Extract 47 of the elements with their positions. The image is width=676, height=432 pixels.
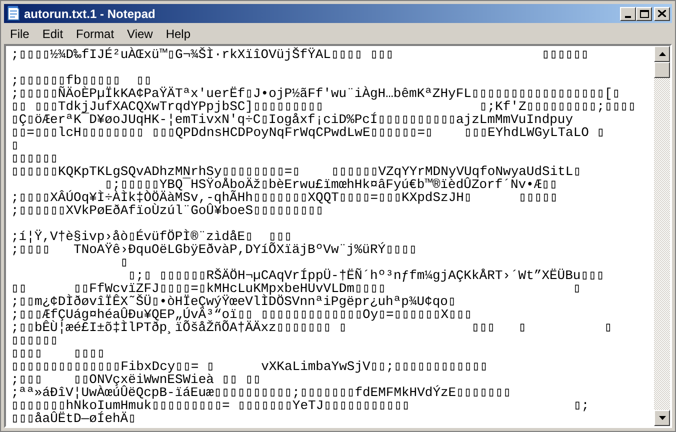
menu-item[interactable]: Help bbox=[160, 24, 197, 42]
minimize-icon bbox=[625, 16, 631, 18]
scroll-down-button[interactable] bbox=[654, 410, 670, 426]
text-line: ▯▯▯▯▯▯KQKpTKLgSQvADhzMNrhSy▯▯▯▯▯▯▯▯=▯ ▯▯▯▯▯▯VZqYYrMDNyVUqfoNwyaUdSitL▯ bbox=[11, 165, 582, 178]
window-title: autorun.txt.1 - Notepad bbox=[24, 6, 156, 22]
text-line: ;▯▯▯▯▯ÑÄoÈPµÏkKA¢PaŸÄTªx'uerËf▯J•ojP½ãFf'wu¨iÀgH…bêmKªZHyFL▯▯▯▯▯▯▯▯▯▯▯▯▯▯▯▯▯[▯ bbox=[11, 87, 620, 100]
menu-item[interactable]: File bbox=[4, 24, 36, 42]
text-line: ;▯▯▯▯▯▯XVkPøEðAfïoÙzúl¨GoÛ¥boeS▯▯▯▯▯▯▯▯▯ bbox=[11, 204, 324, 217]
text-line: ▯▯▯▯▯▯ bbox=[11, 334, 58, 347]
text-line: ▯;▯▯▯▯▯YBQ¯HSŸoÅboÄž▯bèErwu£ïmœhHk¤âFyú€b™®ïèdÛZorf´Nv•Æ▯▯ bbox=[104, 178, 558, 191]
close-icon bbox=[658, 10, 666, 17]
maximize-button[interactable] bbox=[636, 6, 652, 20]
scroll-thumb[interactable] bbox=[654, 62, 670, 78]
close-button[interactable] bbox=[654, 6, 670, 20]
text-line: ▯▯▯▯ ▯▯▯▯ bbox=[11, 347, 105, 360]
text-line: ;▯▯▯▯XÂÚOq¥Ì÷ÀÌk‡ÒÖÄàMSv,-qhÃHh▯▯▯▯▯▯▯XQQT▯▯▯▯=▯▯▯KXpdSzJH▯ ▯▯▯▯▯ bbox=[11, 191, 558, 204]
text-line: ;▯▯▯▯½¾D‰fIJÉ²uÀŒxü™▯G¬¾ŠÌ·rkXïîOVüjŠfŸAL▯▯▯▯ ▯▯▯ ▯▯▯▯▯▯ bbox=[11, 48, 589, 61]
text-line: ▯;▯ ▯▯▯▯▯▯RŠÄÖH¬µCAqVrÍppÜ-†ËÑ´hº³nƒfm¼gjAÇKkÅRT›´Wt”XËÜBu▯▯▯ bbox=[128, 269, 604, 282]
scrollbar[interactable] bbox=[654, 46, 670, 426]
text-line: ▯▯▯▯▯▯ bbox=[11, 152, 58, 165]
text-line: ▯▯ ▯▯FfWcvïZFJ▯▯▯▯=▯kMHcLuKMpxbeHUvVLDm▯▯▯▯ ▯ bbox=[11, 282, 581, 295]
scroll-up-button[interactable] bbox=[654, 46, 670, 62]
menu-item[interactable]: Edit bbox=[36, 24, 70, 42]
up-arrow-icon bbox=[658, 52, 666, 56]
menu-item[interactable]: View bbox=[121, 24, 159, 42]
menu-item[interactable]: Format bbox=[70, 24, 120, 42]
text-area[interactable] bbox=[4, 44, 672, 428]
down-arrow-icon bbox=[658, 416, 666, 420]
text-line: ;í¦Ÿ,V†è§ivp›åò▯ÉvüfÖPÌ®¨zìdåE▯ ▯▯▯ bbox=[11, 230, 292, 243]
text-line: ▯ bbox=[11, 139, 19, 152]
text-line: ▯▯▯åaÛËtD—øÍehÄ▯ bbox=[11, 412, 136, 425]
text-line: ;▯▯▯▯ TNoAŸê›ÐquOëLGbÿEðvàP,DYíÕXïäjBºVw¨j%üRÝ▯▯▯▯ bbox=[11, 243, 417, 256]
text-line: ;ªª»áÐîV¦UwÀœúÛëQcpB-ïáEuæ▯▯▯▯▯▯▯▯▯▯;▯▯▯▯▯▯▯fdEMFMkHVdÝzE▯▯▯▯▯▯▯ bbox=[11, 386, 511, 399]
text-line: ;▯▯▯ÆfÇUág¤héaÛÐu¥QEP„ÚvÄ³“oï▯▯ ▯▯▯▯▯▯▯▯▯▯▯▯▯Oy▯=▯▯▯▯▯▯X▯▯▯ bbox=[11, 308, 472, 321]
text-line: ▯▯=▯▯▯lcH▯▯▯▯▯▯▯▯ ▯▯▯QPDdnsHCDPoyNqFrWqCPwdLwE▯▯▯▯▯▯=▯ ▯▯▯EYhdLWGyLTaLO ▯ bbox=[11, 126, 605, 139]
text-line: ▯▯▯▯▯▯▯hNkoIumHmuk▯▯▯▯▯▯▯▯▯= ▯▯▯▯▯▯▯YeTJ▯▯▯▯▯▯▯▯▯▯▯ ▯; bbox=[11, 399, 590, 412]
text-line: ;▯▯m¿¢DÌðøvîÏÊX˜ŠÜ▯•òHÏeÇwýŸœeVlÌDÖSVnnªiPgëpr¿uhªp¾U¢qo▯ bbox=[11, 295, 456, 308]
text-line: ▯Ç▯öÆerªK¯D¥øoJUqHK-¦emTivxN'q÷C▯Iogåxf¡ciD%PcÍ▯▯▯▯▯▯▯▯▯▯ajzLmMmVuIndpuy bbox=[11, 113, 574, 126]
text-line: ▯▯▯▯▯▯▯▯▯▯▯▯▯▯FibxDcy▯▯= ▯ vXKaLimbaYwSjV▯▯;▯▯▯▯▯▯▯▯▯▯▯▯ bbox=[11, 360, 488, 373]
notepad-icon bbox=[6, 6, 20, 21]
text-line: ;▯▯▯▯▯▯fb▯▯▯▯▯ ▯▯ bbox=[11, 74, 152, 87]
maximize-icon bbox=[640, 10, 648, 18]
minimize-button[interactable] bbox=[620, 6, 636, 20]
text-line: ;▯▯bÊÙ¦æé£I±õ‡ÌlPTðp¸ïÕšåŽñÕA†ÄÄxz▯▯▯▯▯▯▯ ▯ ▯▯▯ ▯ ▯ bbox=[11, 321, 612, 334]
text-line: ▯ bbox=[120, 256, 128, 269]
text-line: ▯▯ ▯▯▯TdkjJufXACQXwTrqdYPpjbSC]▯▯▯▯▯▯▯▯▯ ▯;Kf'Z▯▯▯▯▯▯▯▯▯;▯▯▯▯ bbox=[11, 100, 636, 113]
text-line: ;▯▯▯ ▯▯ONVçxëiWwnESWieà ▯▯ ▯▯ bbox=[11, 373, 261, 386]
